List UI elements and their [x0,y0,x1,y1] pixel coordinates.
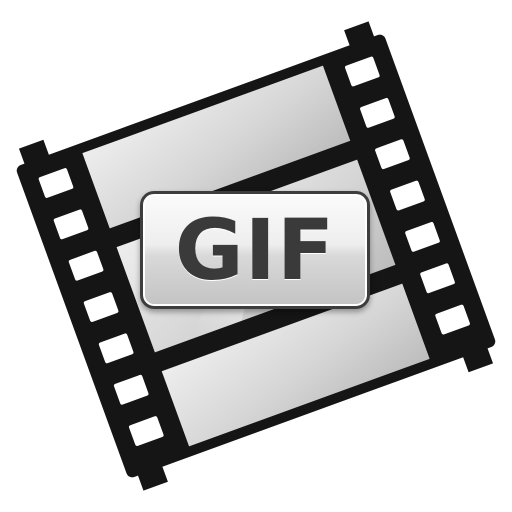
gif-icon-canvas: GIF [0,0,512,512]
gif-badge: GIF [140,191,370,309]
gif-badge-label: GIF [174,201,336,299]
